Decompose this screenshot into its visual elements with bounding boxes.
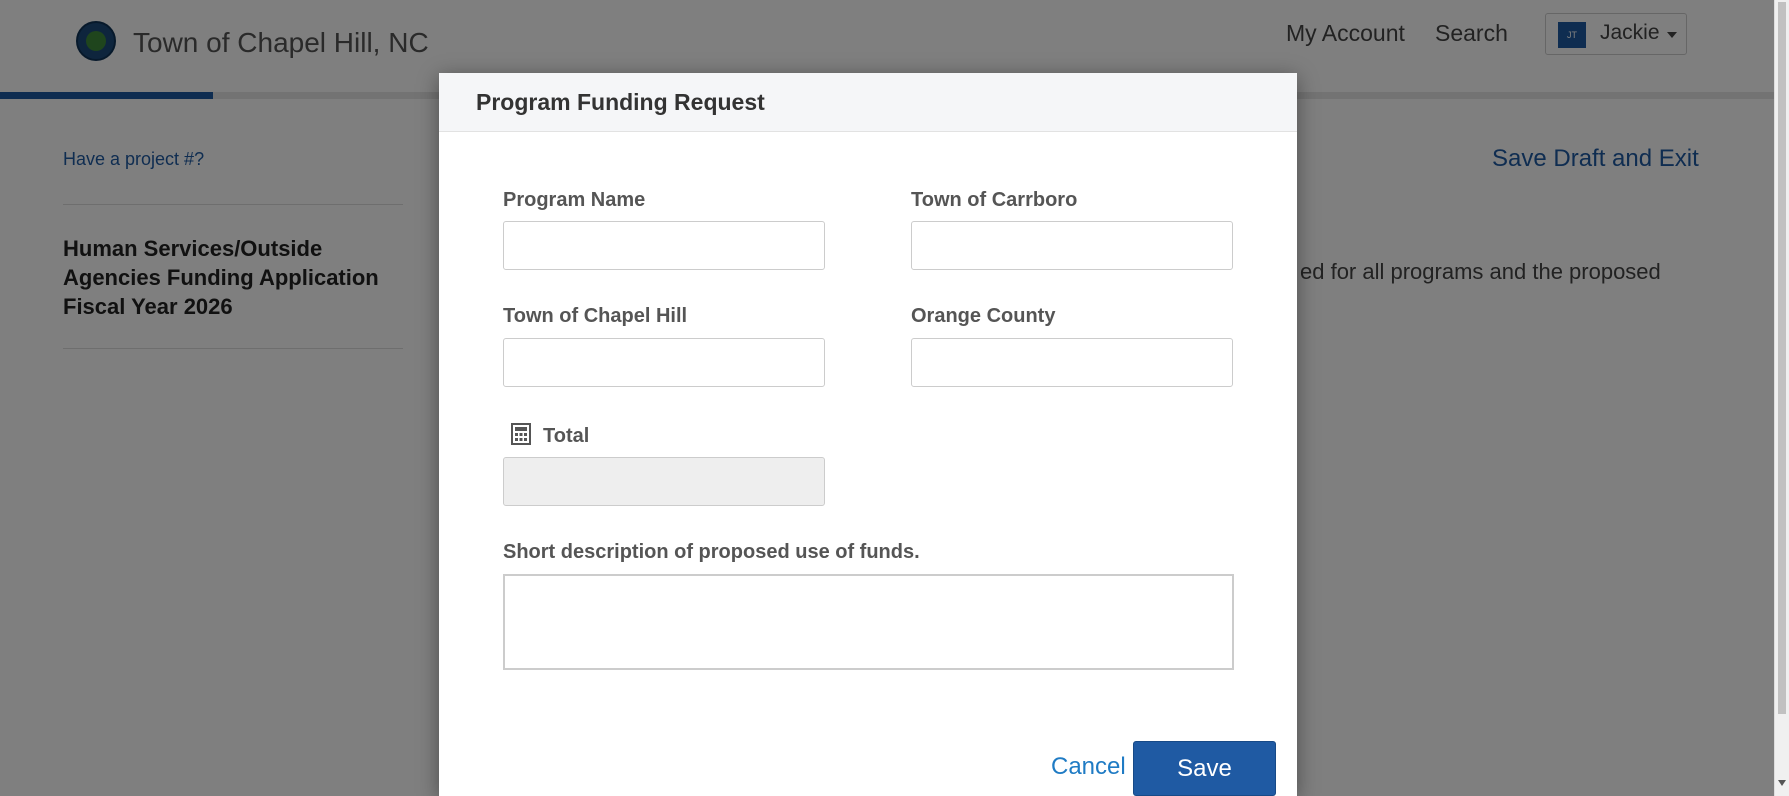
description-label: Short description of proposed use of fun… (503, 541, 920, 563)
scrollbar-thumb[interactable] (1778, 2, 1786, 714)
orange-county-input[interactable] (911, 338, 1233, 387)
modal-title: Program Funding Request (476, 89, 765, 115)
save-button[interactable]: Save (1133, 741, 1276, 796)
orange-county-label: Orange County (911, 305, 1056, 327)
cancel-button[interactable]: Cancel (1051, 753, 1126, 781)
total-input (503, 457, 825, 506)
program-funding-modal: Program Funding Request Program Name Tow… (439, 73, 1297, 796)
modal-header: Program Funding Request (439, 73, 1297, 132)
page-scrollbar[interactable] (1774, 0, 1789, 796)
carrboro-label: Town of Carrboro (911, 189, 1078, 211)
program-name-label: Program Name (503, 189, 646, 211)
chapel-hill-input[interactable] (503, 338, 825, 387)
chapel-hill-label: Town of Chapel Hill (503, 305, 688, 327)
program-name-input[interactable] (503, 221, 825, 270)
description-textarea[interactable] (503, 574, 1234, 670)
total-label: Total (543, 425, 590, 447)
calculator-icon (511, 423, 531, 445)
carrboro-input[interactable] (911, 221, 1233, 270)
scroll-down-icon[interactable] (1778, 780, 1786, 786)
